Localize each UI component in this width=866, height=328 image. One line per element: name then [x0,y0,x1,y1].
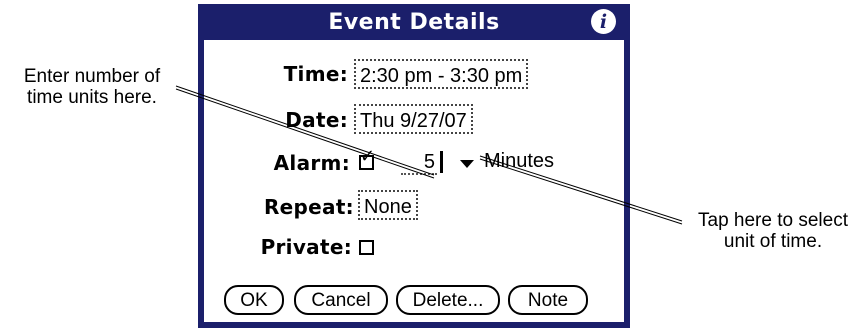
callout-line-right-2 [479,158,683,225]
callout-lines [175,85,683,225]
callout-line-right [479,155,683,222]
callout-line-left [175,85,435,176]
callout-line-left-2 [175,88,435,179]
